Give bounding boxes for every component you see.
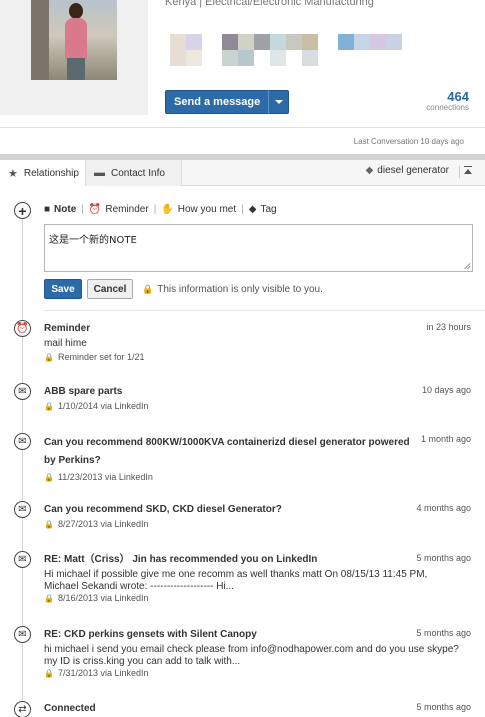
- note-action[interactable]: ■ Note: [44, 204, 76, 215]
- pixelated-profile-info: [170, 34, 402, 68]
- timeline-item-title[interactable]: Connected: [44, 702, 471, 716]
- connections-number: 464: [447, 89, 469, 104]
- profile-photo[interactable]: [31, 0, 117, 80]
- lock-icon: 🔒: [44, 593, 54, 603]
- send-options-dropdown[interactable]: [268, 90, 288, 114]
- how-you-met-action-label: How you met: [177, 204, 237, 215]
- note-textarea[interactable]: 这是一个新的NOTE: [44, 224, 473, 272]
- timeline-item-meta: 🔒 11/23/2013 via LinkedIn: [44, 472, 471, 482]
- timeline-item-body: mail hime: [44, 338, 87, 349]
- tab-relationship[interactable]: ★ Relationship: [0, 160, 86, 186]
- cancel-button[interactable]: Cancel: [87, 279, 133, 299]
- add-icon[interactable]: +: [14, 202, 31, 219]
- timeline-item-meta-text: 7/31/2013 via LinkedIn: [57, 668, 149, 678]
- timeline-item-title[interactable]: RE: CKD perkins gensets with Silent Cano…: [44, 628, 471, 642]
- tag-action-label: Tag: [260, 204, 277, 215]
- mail-icon: ✉: [14, 626, 31, 643]
- timeline-item[interactable]: RE: Matt（Criss） Jin has recommended you …: [44, 553, 471, 603]
- privacy-notice: 🔒 This information is only visible to yo…: [142, 284, 323, 295]
- lock-icon: 🔒: [44, 668, 54, 678]
- tab-contact-info-label: Contact Info: [111, 167, 165, 179]
- timeline-item-title[interactable]: ABB spare parts: [44, 385, 471, 399]
- timeline-item-time: 1 month ago: [420, 434, 471, 444]
- timeline-item-body: hi michael i send you email check please…: [44, 644, 459, 667]
- mail-icon: ✉: [14, 433, 31, 450]
- separator: |: [153, 204, 157, 215]
- timeline-item-meta-text: 11/23/2013 via LinkedIn: [57, 472, 153, 482]
- alarm-clock-icon: ⏰: [88, 204, 102, 215]
- tab-relationship-label: Relationship: [23, 167, 79, 179]
- lock-icon: 🔒: [44, 401, 54, 411]
- timeline-item[interactable]: Reminder in 23 hours mail hime 🔒 Reminde…: [44, 322, 471, 362]
- divider: [0, 127, 485, 128]
- connections-label: connections: [426, 103, 469, 112]
- timeline-item-meta: 🔒 8/16/2013 via LinkedIn: [44, 593, 471, 603]
- save-button[interactable]: Save: [44, 279, 82, 299]
- mail-icon: ✉: [14, 501, 31, 518]
- timeline-item-time: in 23 hours: [426, 322, 471, 332]
- note-action-label: Note: [54, 204, 77, 215]
- how-you-met-action[interactable]: ✋ How you met: [161, 204, 236, 215]
- relationship-actions: ■ Note | ⏰ Reminder | ✋ How you met | ◆ …: [44, 204, 277, 215]
- timeline-item-title[interactable]: Can you recommend 800KW/1000KVA containe…: [44, 434, 471, 470]
- collapse-icon[interactable]: [459, 166, 472, 178]
- send-message-button[interactable]: Send a message: [165, 90, 289, 114]
- send-message-label: Send a message: [174, 96, 261, 108]
- reminder-action[interactable]: ⏰ Reminder: [89, 204, 149, 215]
- timeline-item-meta-text: 1/10/2014 via LinkedIn: [57, 401, 149, 411]
- handshake-icon: ✋: [161, 204, 174, 215]
- profile-industry: Kenya | Electrical/Electronic Manufactur…: [165, 0, 374, 8]
- lock-icon: 🔒: [142, 284, 154, 294]
- tag-icon: ◆: [248, 204, 257, 215]
- tag-action[interactable]: ◆ Tag: [249, 204, 277, 215]
- timeline-item-meta-text: Reminder set for 1/21: [57, 352, 145, 362]
- card-icon: ▬: [94, 167, 105, 179]
- profile-header: Kenya | Electrical/Electronic Manufactur…: [0, 0, 485, 128]
- lock-icon: 🔒: [44, 472, 54, 482]
- tab-contact-info[interactable]: ▬ Contact Info: [86, 160, 182, 186]
- timeline-item-title[interactable]: Can you recommend SKD, CKD diesel Genera…: [44, 503, 471, 517]
- last-conversation: Last Conversation 10 days ago: [353, 137, 464, 146]
- connections-count[interactable]: 464 connections: [426, 90, 469, 112]
- relationship-tabs: ★ Relationship ▬ Contact Info ◆ diesel g…: [0, 160, 485, 186]
- tag-filter-label: diesel generator: [377, 165, 449, 176]
- separator: |: [241, 204, 244, 215]
- star-icon: ★: [8, 167, 18, 180]
- timeline-item-body: Hi michael if possible give me one recom…: [44, 569, 428, 592]
- mail-icon: ✉: [14, 383, 31, 400]
- timeline-item-title[interactable]: RE: Matt（Criss） Jin has recommended you …: [44, 553, 471, 567]
- timeline-item[interactable]: Can you recommend 800KW/1000KVA containe…: [44, 434, 471, 482]
- alarm-clock-icon: ⏰: [14, 320, 31, 337]
- timeline-item[interactable]: RE: CKD perkins gensets with Silent Cano…: [44, 628, 471, 678]
- timeline-item-time: 5 months ago: [416, 628, 471, 638]
- timeline-item-meta-text: 8/27/2013 via LinkedIn: [57, 519, 149, 529]
- lock-icon: 🔒: [44, 352, 54, 362]
- timeline-item-meta: 🔒 7/31/2013 via LinkedIn: [44, 668, 471, 678]
- tag-icon: ◆: [365, 165, 374, 176]
- connected-icon: ⇄: [14, 701, 31, 717]
- timeline-item[interactable]: Connected 5 months ago: [44, 702, 471, 716]
- timeline-item-title[interactable]: Reminder: [44, 322, 471, 336]
- timeline-item-time: 5 months ago: [416, 702, 471, 712]
- tag-filter[interactable]: ◆ diesel generator: [366, 165, 449, 176]
- timeline-item-meta-text: 8/16/2013 via LinkedIn: [57, 593, 149, 603]
- timeline-item-time: 5 months ago: [416, 553, 471, 563]
- privacy-text: This information is only visible to you.: [157, 284, 323, 295]
- timeline-item[interactable]: Can you recommend SKD, CKD diesel Genera…: [44, 503, 471, 529]
- divider: [44, 310, 485, 311]
- mail-icon: ✉: [14, 551, 31, 568]
- timeline-item[interactable]: ABB spare parts 10 days ago 🔒 1/10/2014 …: [44, 385, 471, 411]
- timeline-item-meta: 🔒 Reminder set for 1/21: [44, 352, 471, 362]
- timeline-item-meta: 🔒 8/27/2013 via LinkedIn: [44, 519, 471, 529]
- separator: |: [81, 204, 84, 215]
- timeline-item-time: 4 months ago: [416, 503, 471, 513]
- note-icon: ■: [44, 204, 51, 215]
- reminder-action-label: Reminder: [105, 204, 149, 215]
- lock-icon: 🔒: [44, 519, 54, 529]
- timeline-item-meta: 🔒 1/10/2014 via LinkedIn: [44, 401, 471, 411]
- timeline-item-time: 10 days ago: [421, 385, 471, 395]
